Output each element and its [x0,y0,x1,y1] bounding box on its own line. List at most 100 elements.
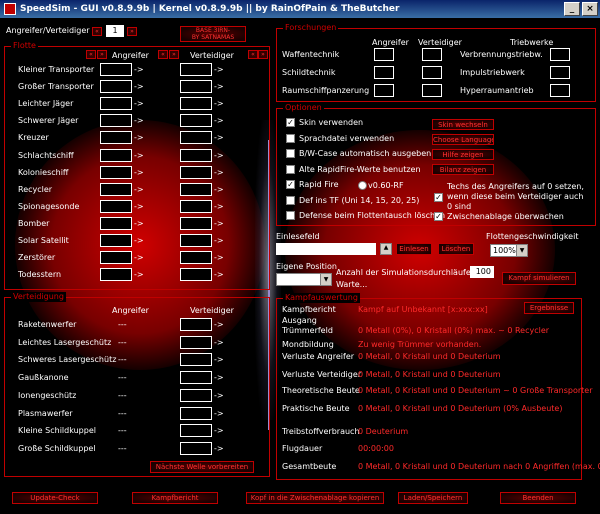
defense-defender-input[interactable] [180,406,212,420]
defense-defender-input[interactable] [180,353,212,367]
research-defender-input[interactable] [422,66,442,79]
fleet-attacker-input[interactable] [100,182,132,196]
option-checkbox[interactable]: ✓ [286,118,295,127]
chevron-down-icon[interactable]: ▼ [320,274,331,285]
close-icon[interactable]: × [582,2,598,16]
sim-count-input[interactable]: 100 [470,266,494,278]
fleet-clear-all-button[interactable]: » [258,50,268,59]
fleet-ship-label: Kreuzer [18,133,49,143]
fleet-ship-label: Recycler [18,184,53,194]
fleet-defender-input[interactable] [180,148,212,162]
option-checkbox[interactable] [286,195,295,205]
simulate-button[interactable]: Kampf simulieren [502,272,576,285]
fleet-speed-select[interactable]: 100% ▼ [490,244,528,257]
result-value: 0 Metall (0%), 0 Kristall (0%) max. ~ 0 … [358,326,550,335]
fleet-clear-button[interactable]: « [248,50,258,59]
bottom-button[interactable]: Kampfbericht [132,492,218,504]
fleet-attacker-input[interactable] [100,199,132,213]
option-button[interactable]: Choose Language [432,134,494,145]
minimize-icon[interactable]: _ [564,2,580,16]
research-attacker-input[interactable] [374,66,394,79]
fleet-defender-input[interactable] [180,63,212,76]
read-field-spin[interactable]: ▲ [380,243,392,255]
option-checkbox[interactable] [286,133,295,143]
attacker-index-field[interactable]: 1 [106,25,124,37]
read-field-input[interactable] [276,243,376,255]
option-checkbox[interactable] [286,164,295,174]
fleet-defender-input[interactable] [180,97,212,111]
fleet-attacker-arrow: -> [134,201,144,211]
fleet-defender-input[interactable] [180,268,212,282]
fleet-defender-input[interactable] [180,251,212,265]
fleet-defender-input[interactable] [180,199,212,213]
result-label: Mondbildung [282,340,334,349]
fleet-defender-input[interactable] [180,165,212,179]
research-attacker-input[interactable] [374,84,394,97]
fleet-defender-swap-button[interactable]: » [169,50,179,59]
defense-defender-input[interactable] [180,424,212,438]
option-checkbox[interactable]: ✓ [286,180,295,189]
fleet-defender-input[interactable] [180,182,212,196]
option-button[interactable]: Skin wechseln [432,119,494,130]
read-button[interactable]: Einlesen [396,243,432,255]
own-position-select[interactable]: ▼ [276,273,332,286]
option-right-checkbox[interactable]: ✓ [434,212,443,221]
bottom-button[interactable]: Laden/Speichern [398,492,468,504]
fleet-attacker-reset-button[interactable]: « [86,50,96,59]
fleet-defender-input[interactable] [180,216,212,230]
defense-defender-input[interactable] [180,318,212,331]
fleet-defender-input[interactable] [180,80,212,94]
research-defender-input[interactable] [422,48,442,61]
rf-version-radio[interactable] [358,181,367,190]
research-attacker-input[interactable] [374,48,394,61]
fleet-defender-input[interactable] [180,131,212,145]
fleet-attacker-input[interactable] [100,63,132,76]
fleet-attacker-input[interactable] [100,114,132,128]
fleet-attacker-input[interactable] [100,80,132,94]
result-value: 0 Metall, 0 Kristall und 0 Deuterium (0%… [358,404,563,413]
fleet-speed-value: 100% [493,246,516,255]
fleet-attacker-input[interactable] [100,268,132,282]
result-value: 0 Metall, 0 Kristall und 0 Deuterium [358,370,501,379]
option-button[interactable]: Hilfe zeigen [432,149,494,160]
fleet-defender-input[interactable] [180,234,212,247]
next-attacker-button[interactable]: » [127,27,137,36]
option-checkbox[interactable] [286,149,295,158]
chevron-down-icon[interactable]: ▼ [516,245,527,256]
fleet-defender-input[interactable] [180,114,212,128]
research-defender-input[interactable] [422,84,442,97]
research-engine-input[interactable] [550,84,570,97]
defense-defender-input[interactable] [180,388,212,402]
bottom-button[interactable]: Beenden [500,492,576,504]
prev-attacker-button[interactable]: « [92,27,102,36]
result-value: 0 Metall, 0 Kristall und 0 Deuterium nac… [358,462,600,471]
fleet-attacker-input[interactable] [100,234,132,247]
base-button[interactable]: BASE 3IRN- BY SATNAMAS [180,26,246,42]
defense-defender-input[interactable] [180,371,212,385]
attacker-defender-label: Angreifer/Verteidiger [6,26,90,35]
defense-defender-input[interactable] [180,441,212,455]
details-button[interactable]: Ergebnisse [524,302,574,314]
fleet-attacker-input[interactable] [100,165,132,179]
fleet-attacker-input[interactable] [100,216,132,230]
fleet-attacker-input[interactable] [100,97,132,111]
defense-col-defender: Verteidiger [190,306,234,315]
fleet-attacker-input[interactable] [100,148,132,162]
fleet-attacker-swap-button[interactable]: » [97,50,107,59]
delete-button[interactable]: Löschen [438,243,474,255]
fleet-attacker-input[interactable] [100,131,132,145]
bottom-button[interactable]: Update-Check [12,492,98,504]
option-button[interactable]: Bilanz zeigen [432,164,494,175]
option-checkbox[interactable] [286,211,295,220]
research-engine-input[interactable] [550,66,570,79]
option-right-checkbox[interactable]: ✓ [434,193,443,202]
bottom-button[interactable]: Kopf in die Zwischenablage kopieren [246,492,384,504]
fleet-defender-arrow: -> [214,99,224,109]
fleet-attacker-input[interactable] [100,251,132,265]
result-label: Theoretische Beute [282,386,360,395]
next-wave-button[interactable]: Nächste Welle vorbereiten [150,461,254,473]
research-engine-input[interactable] [550,48,570,61]
title-bar[interactable]: SpeedSim - GUI v0.8.9.9b | Kernel v0.8.9… [0,0,600,18]
defense-defender-input[interactable] [180,335,212,349]
fleet-defender-reset-button[interactable]: « [158,50,168,59]
